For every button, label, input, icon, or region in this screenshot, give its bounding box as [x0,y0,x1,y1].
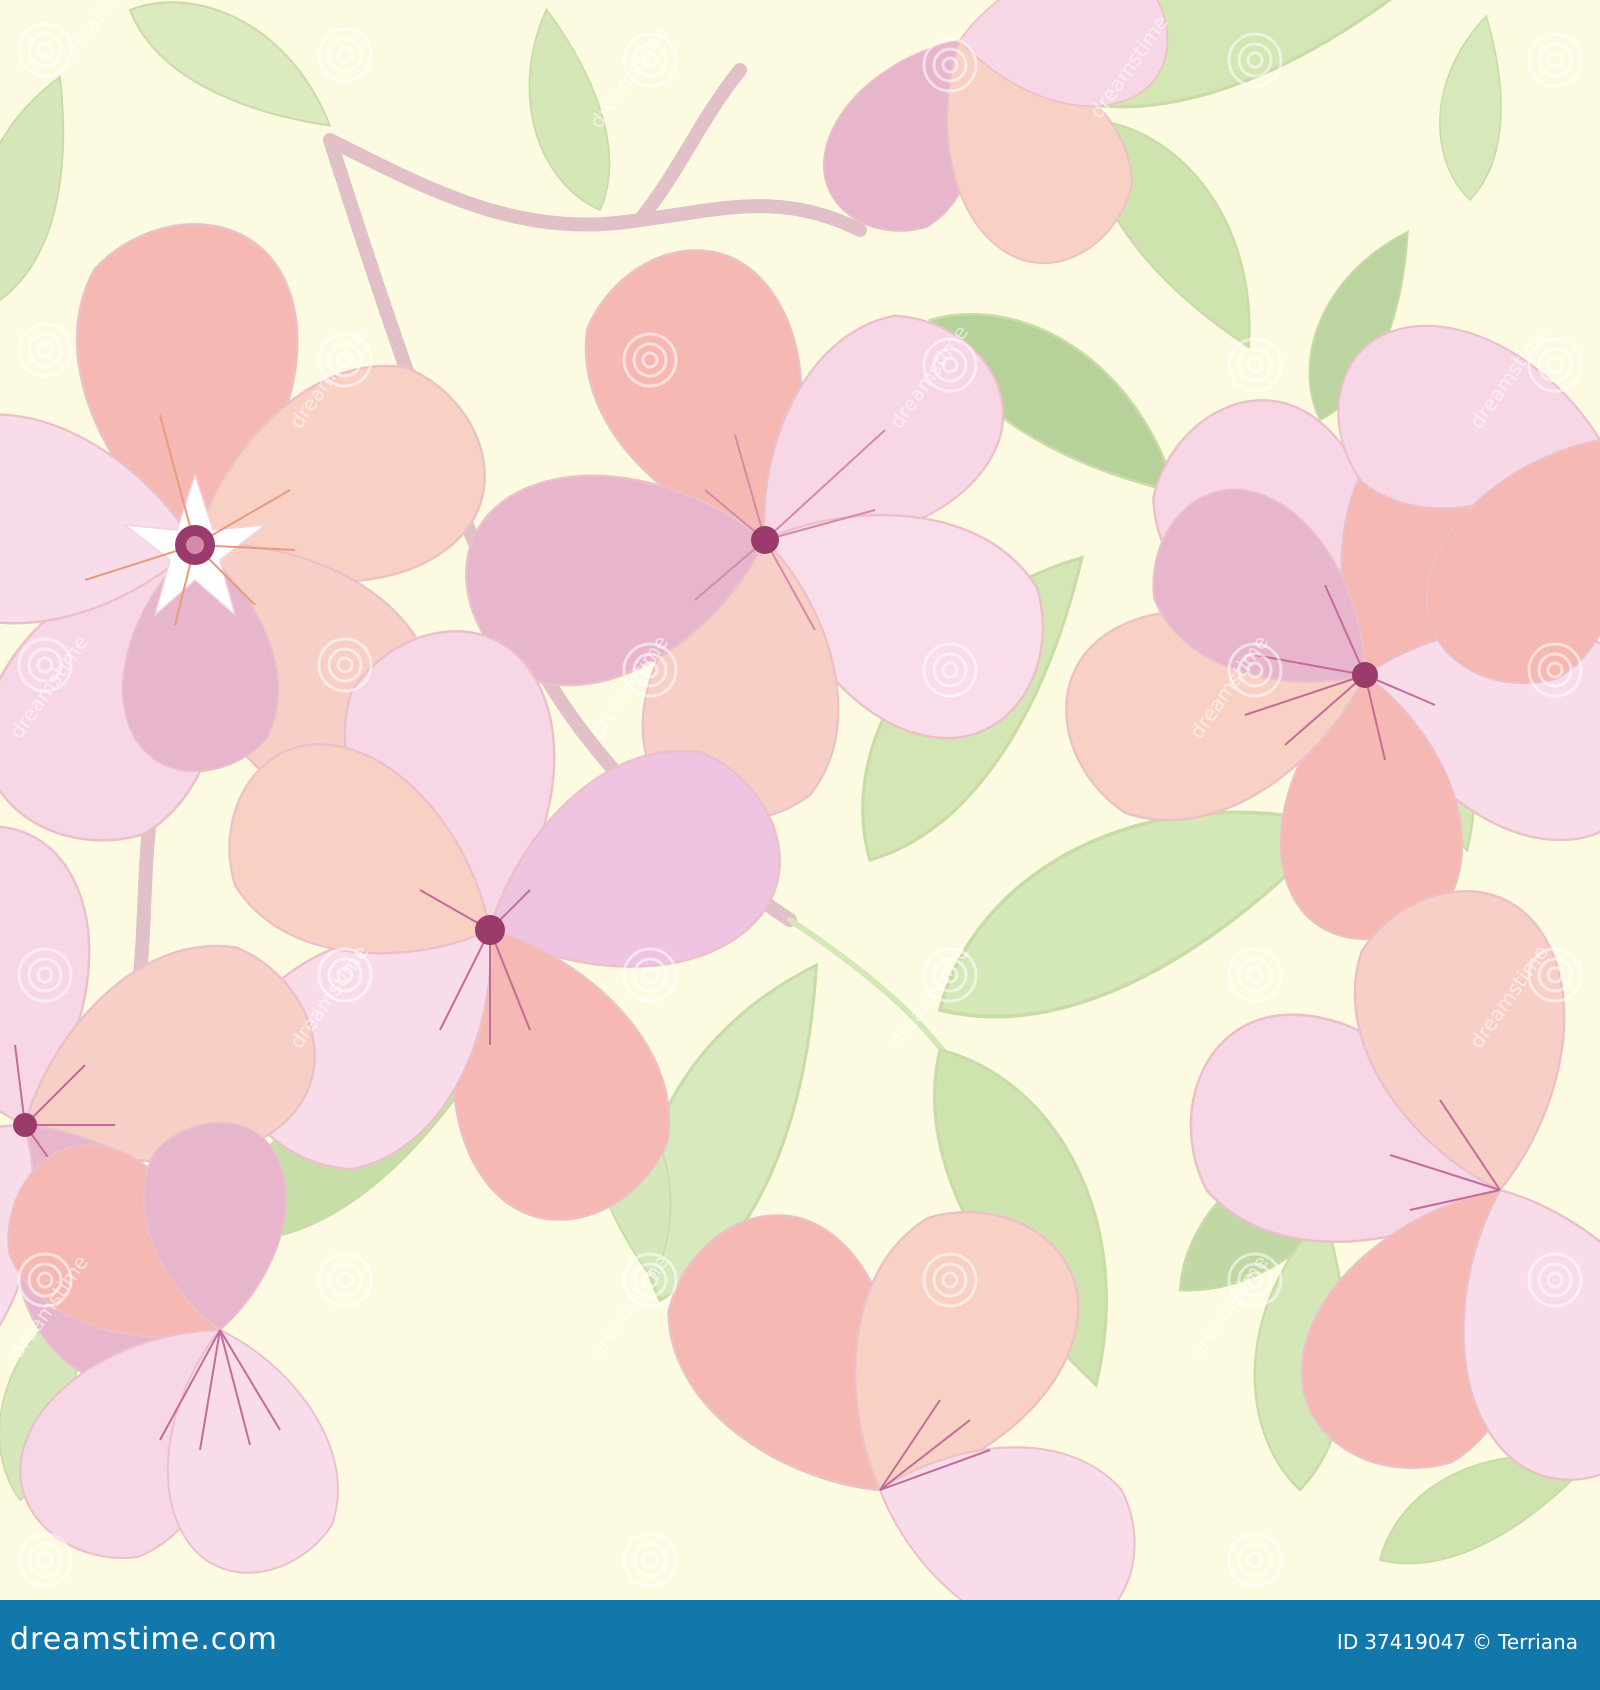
author-name[interactable]: Terriana [1498,1630,1578,1654]
copyright-symbol: © [1472,1630,1493,1654]
image-credit: ID 37419047 © Terriana [1331,1630,1578,1654]
brand-logo-text[interactable]: dreamstime.com [10,1622,278,1657]
stock-image-page: dreamstime dreamstime dreamstime dreamst… [0,0,1600,1690]
id-label: ID [1336,1630,1359,1654]
floral-pattern-illustration: dreamstime dreamstime dreamstime dreamst… [0,0,1600,1600]
stock-footer-bar: dreamstime.com ID 37419047 © Terriana [0,1600,1600,1690]
image-id: 37419047 [1364,1630,1467,1654]
